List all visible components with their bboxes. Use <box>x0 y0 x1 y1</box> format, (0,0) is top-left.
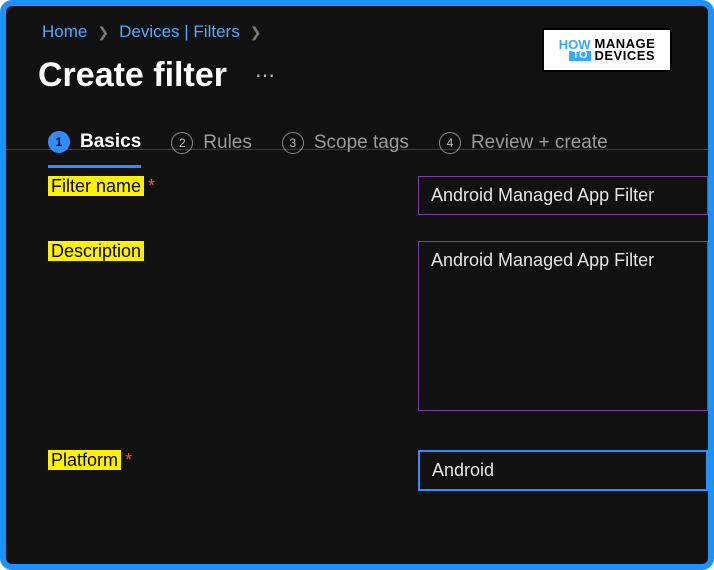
step-number-icon: 1 <box>48 131 70 153</box>
site-watermark: HOW TO MANAGE DEVICES <box>542 28 672 72</box>
more-actions-icon[interactable]: ⋯ <box>255 63 277 88</box>
label-filter-name: Filter name* <box>48 176 418 197</box>
step-number-icon: 4 <box>439 132 461 154</box>
wizard-steps: 1 Basics 2 Rules 3 Scope tags 4 Review +… <box>6 95 708 150</box>
breadcrumb-devices[interactable]: Devices | Filters <box>119 22 240 42</box>
step-label: Review + create <box>471 132 608 154</box>
step-label: Rules <box>203 132 252 154</box>
filter-name-input[interactable] <box>418 176 708 215</box>
row-filter-name: Filter name* <box>48 176 708 215</box>
step-label: Scope tags <box>314 132 409 154</box>
required-indicator: * <box>125 450 132 470</box>
row-description: Description Android Managed App Filter <box>48 241 708 416</box>
breadcrumb-home[interactable]: Home <box>42 22 87 42</box>
description-input[interactable]: Android Managed App Filter <box>418 241 708 411</box>
step-number-icon: 2 <box>171 132 193 154</box>
step-number-icon: 3 <box>282 132 304 154</box>
form-basics: Filter name* Description Android Managed… <box>6 150 708 491</box>
watermark-to: TO <box>569 51 590 61</box>
label-platform: Platform* <box>48 450 418 471</box>
tab-basics[interactable]: 1 Basics <box>48 131 141 168</box>
step-label: Basics <box>80 131 141 153</box>
chevron-right-icon: ❯ <box>250 24 262 41</box>
page-title: Create filter <box>38 56 227 95</box>
platform-select[interactable] <box>418 450 708 491</box>
tab-scope-tags[interactable]: 3 Scope tags <box>282 132 409 166</box>
chevron-right-icon: ❯ <box>97 24 109 41</box>
tab-review-create[interactable]: 4 Review + create <box>439 132 608 166</box>
label-description: Description <box>48 241 418 262</box>
required-indicator: * <box>148 176 155 196</box>
watermark-devices: DEVICES <box>595 50 656 62</box>
tab-rules[interactable]: 2 Rules <box>171 132 252 166</box>
row-platform: Platform* <box>48 450 708 491</box>
app-window: HOW TO MANAGE DEVICES Home ❯ Devices | F… <box>0 0 714 570</box>
